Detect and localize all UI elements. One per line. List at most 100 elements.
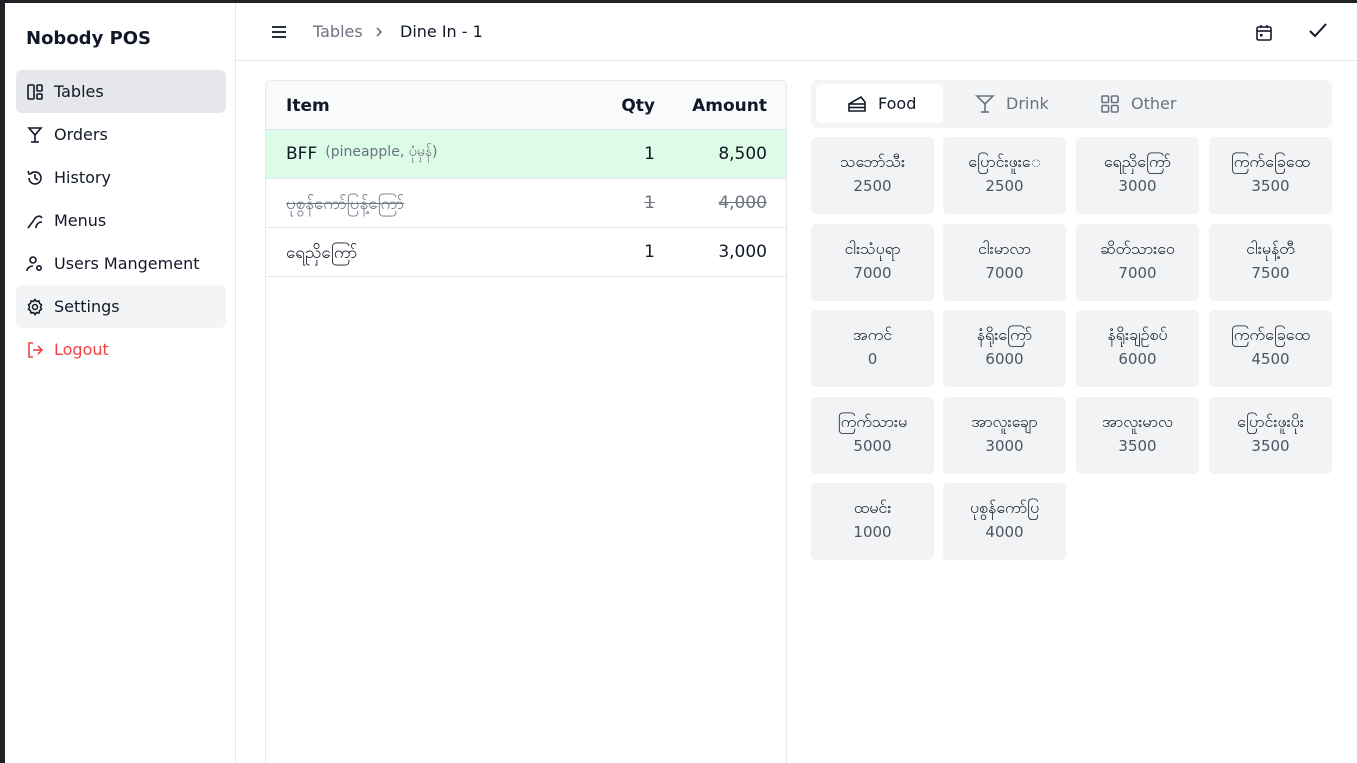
order-item-qty: 1 <box>644 144 655 164</box>
menu-item-card[interactable]: သဘော်သီး 2500 <box>811 137 934 214</box>
sidebar-item-settings[interactable]: Settings <box>16 285 226 328</box>
gear-icon <box>26 297 44 316</box>
menu-item-name: ကြက်သားမ <box>837 412 908 431</box>
hamburger-menu-icon[interactable] <box>270 23 288 41</box>
cocktail-glass-icon <box>974 93 996 115</box>
logout-icon <box>26 341 44 359</box>
layout-panel-icon <box>26 83 44 101</box>
grid-icon <box>1099 93 1121 115</box>
sidebar-nav: Tables Orders History Menus Users Mangem… <box>16 70 226 371</box>
menu-item-price: 3500 <box>1251 177 1290 195</box>
tab-label: Other <box>1131 94 1177 113</box>
menu-item-price: 7500 <box>1251 264 1290 282</box>
menu-item-name: ကြက်ခြေထေ <box>1231 152 1310 171</box>
order-item-note: (pineapple, ပုံမှန်) <box>325 144 438 160</box>
app-brand: Nobody POS <box>26 28 152 49</box>
menu-item-name: ရေညှိကြော် <box>1103 152 1172 171</box>
menu-item-price: 5000 <box>853 437 892 455</box>
menu-item-name: ငါးသံပုရာ <box>844 239 901 258</box>
menu-item-card[interactable]: ငါးသံပုရာ 7000 <box>811 224 934 301</box>
order-item-name: ရေညှိကြော် <box>286 243 358 263</box>
tab-drink[interactable]: Drink <box>944 84 1064 123</box>
sidebar-item-label: Orders <box>54 125 108 144</box>
menu-item-name: ပြောင်းဖူးပိုး <box>1237 412 1304 431</box>
order-item-amount: 8,500 <box>718 144 767 164</box>
menu-dish-icon <box>26 212 44 230</box>
sidebar-item-label: Settings <box>54 297 120 316</box>
menu-item-card[interactable]: ကြက်သားမ 5000 <box>811 397 934 474</box>
top-header: Tables Dine In - 1 <box>236 3 1357 61</box>
tab-label: Drink <box>1006 94 1049 113</box>
menu-item-card[interactable]: ငါးမာလာ 7000 <box>943 224 1066 301</box>
menu-item-name: ပုစွန်ကော်ပြ <box>969 498 1040 517</box>
sidebar-item-label: Logout <box>54 340 109 359</box>
menu-item-price: 3000 <box>1118 177 1157 195</box>
order-item-qty: 1 <box>644 193 655 213</box>
sidebar-item-label: Menus <box>54 211 107 230</box>
menu-item-price: 2500 <box>985 177 1024 195</box>
order-item-amount: 4,000 <box>718 193 767 213</box>
menu-item-price: 0 <box>867 350 878 368</box>
column-header-qty: Qty <box>621 96 655 116</box>
menu-item-card[interactable]: ပုစွန်ကော်ပြ 4000 <box>943 483 1066 560</box>
menu-item-price: 7000 <box>1118 264 1157 282</box>
menu-item-card[interactable]: နံရိုးချဉ်စပ် 6000 <box>1076 310 1199 387</box>
menu-item-card[interactable]: ကြက်ခြေထေ 4500 <box>1209 310 1332 387</box>
sidebar-item-history[interactable]: History <box>16 156 226 199</box>
menu-item-price: 3500 <box>1251 437 1290 455</box>
menu-item-price: 7000 <box>853 264 892 282</box>
tab-label: Food <box>878 94 917 113</box>
menu-item-card[interactable]: ပြောင်းဖူးေ 2500 <box>943 137 1066 214</box>
table-row[interactable]: ပုစွန်ကော်ပြန့်ကြော် 1 4,000 <box>266 179 786 228</box>
cocktail-glass-icon <box>26 126 44 144</box>
menu-item-price: 3500 <box>1118 437 1157 455</box>
sidebar-item-label: Tables <box>54 82 104 101</box>
menu-item-name: အကင် <box>852 325 893 344</box>
menu-item-name: ပြောင်းဖူးေ <box>968 152 1041 171</box>
menu-item-card[interactable]: ရေညှိကြော် 3000 <box>1076 137 1199 214</box>
menu-item-name: ထမင်း <box>853 498 892 517</box>
menu-item-card[interactable]: ထမင်း 1000 <box>811 483 934 560</box>
menu-item-card[interactable]: ဆိတ်သားဝေ 7000 <box>1076 224 1199 301</box>
menu-item-name: အာလူးချော <box>971 412 1038 431</box>
breadcrumb-tables-link[interactable]: Tables <box>313 22 363 41</box>
confirm-check-icon[interactable] <box>1307 19 1329 41</box>
menu-item-name: ငါးမုန့်တီ <box>1246 239 1295 258</box>
menu-item-card[interactable]: အာလူးမာလ 3500 <box>1076 397 1199 474</box>
table-row[interactable]: ရေညှိကြော် 1 3,000 <box>266 228 786 277</box>
tab-food[interactable]: Food <box>816 84 943 123</box>
menu-item-card[interactable]: ကြက်ခြေထေ 3500 <box>1209 137 1332 214</box>
menu-item-price: 6000 <box>1118 350 1157 368</box>
menu-item-name: နံရိုးချဉ်စပ် <box>1107 325 1168 344</box>
calendar-icon[interactable] <box>1254 23 1274 43</box>
history-icon <box>26 169 44 187</box>
sidebar-item-logout[interactable]: Logout <box>16 328 226 371</box>
order-table: Item Qty Amount BFF (pineapple, ပုံမှန်) … <box>265 80 787 763</box>
menu-item-name: သဘော်သီး <box>839 152 906 171</box>
menu-item-card[interactable]: အာလူးချော 3000 <box>943 397 1066 474</box>
menu-item-price: 4000 <box>985 523 1024 541</box>
sidebar: Nobody POS Tables Orders History Menus U… <box>5 3 236 763</box>
column-header-item: Item <box>286 96 330 116</box>
table-row[interactable]: BFF (pineapple, ပုံမှန်) 1 8,500 <box>266 130 786 179</box>
menu-item-name: ကြက်ခြေထေ <box>1231 325 1310 344</box>
menu-item-price: 2500 <box>853 177 892 195</box>
menu-item-card[interactable]: ပြောင်းဖူးပိုး 3500 <box>1209 397 1332 474</box>
menu-item-card[interactable]: နံရိုးကြော် 6000 <box>943 310 1066 387</box>
menu-item-name: ငါးမာလာ <box>978 239 1031 258</box>
order-item-amount: 3,000 <box>718 242 767 262</box>
category-tabs: Food Drink Other <box>811 80 1332 128</box>
chevron-right-icon <box>373 24 385 38</box>
user-cog-icon <box>26 255 44 273</box>
sidebar-item-menus[interactable]: Menus <box>16 199 226 242</box>
menu-item-card[interactable]: အကင် 0 <box>811 310 934 387</box>
cake-slice-icon <box>846 93 868 115</box>
sidebar-item-tables[interactable]: Tables <box>16 70 226 113</box>
menu-item-card[interactable]: ငါးမုန့်တီ 7500 <box>1209 224 1332 301</box>
order-item-name: ပုစွန်ကော်ပြန့်ကြော် <box>286 194 405 214</box>
sidebar-item-orders[interactable]: Orders <box>16 113 226 156</box>
order-table-header: Item Qty Amount <box>266 81 786 130</box>
column-header-amount: Amount <box>692 96 767 116</box>
sidebar-item-users[interactable]: Users Mangement <box>16 242 226 285</box>
tab-other[interactable]: Other <box>1069 84 1189 123</box>
